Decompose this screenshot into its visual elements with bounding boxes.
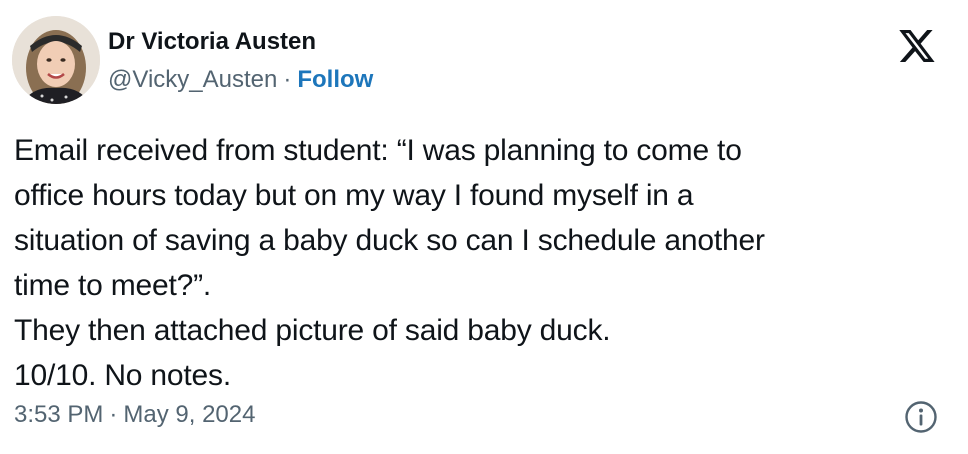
handle-separator: · <box>283 66 292 93</box>
tweet-timestamp[interactable]: 3:53 PM · May 9, 2024 <box>14 400 255 430</box>
avatar-photo-icon <box>12 16 100 104</box>
tweet-text: Email received from student: “I was plan… <box>14 128 954 398</box>
tweet-date: May 9, 2024 <box>123 401 256 428</box>
timestamp-separator: · <box>109 401 118 428</box>
tweet-line: office hours today but on my way I found… <box>14 179 694 212</box>
tweet-time: 3:53 PM <box>14 401 104 428</box>
tweet-line: time to meet?”. <box>14 269 212 302</box>
tweet-line: 10/10. No notes. <box>14 359 231 392</box>
x-logo-icon[interactable] <box>893 30 941 62</box>
author-handle-row: @Vicky_Austen · Follow <box>108 65 373 95</box>
author-name[interactable]: Dr Victoria Austen <box>108 27 316 57</box>
tweet-line: They then attached picture of said baby … <box>14 314 611 347</box>
follow-button[interactable]: Follow <box>297 66 373 93</box>
tweet-card: Dr Victoria Austen @Vicky_Austen · Follow … <box>0 0 968 454</box>
author-avatar[interactable] <box>12 16 100 104</box>
tweet-line: situation of saving a baby duck so can I… <box>14 224 765 257</box>
info-icon[interactable] <box>904 400 938 434</box>
author-handle[interactable]: @Vicky_Austen <box>108 66 277 93</box>
tweet-line: Email received from student: “I was plan… <box>14 134 742 167</box>
